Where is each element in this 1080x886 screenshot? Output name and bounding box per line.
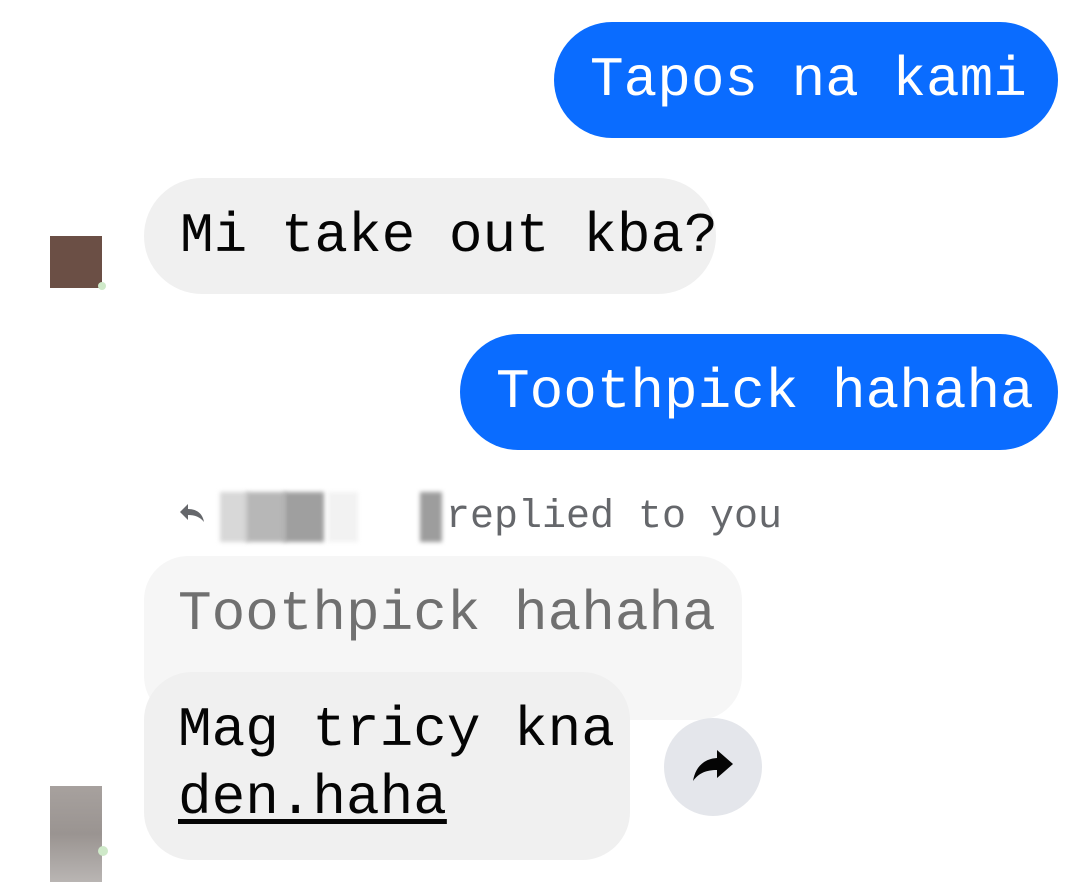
reply-indicator: replied to you <box>178 492 782 542</box>
incoming-message[interactable]: Mi take out kba? <box>144 178 718 294</box>
reply-label-text: replied to you <box>446 494 783 540</box>
avatar[interactable] <box>50 236 102 288</box>
reply-arrow-icon <box>178 500 206 534</box>
message-text: Tapos na kami <box>590 48 1027 112</box>
redacted-name <box>220 492 442 542</box>
quoted-text: Toothpick hahaha <box>178 582 716 646</box>
forward-button[interactable] <box>664 718 762 816</box>
presence-dot <box>98 846 108 856</box>
outgoing-message[interactable]: Tapos na kami <box>554 22 1058 138</box>
avatar[interactable] <box>50 786 102 882</box>
outgoing-message[interactable]: Toothpick hahaha <box>460 334 1058 450</box>
reply-message[interactable]: Mag tricy kna den.haha <box>144 672 630 860</box>
forward-icon <box>691 746 735 788</box>
message-text: Toothpick hahaha <box>496 360 1034 424</box>
presence-dot <box>98 282 106 290</box>
reply-text-line: Mag tricy kna <box>178 698 615 762</box>
reply-text-link[interactable]: den.haha <box>178 764 596 832</box>
message-text: Mi take out kba? <box>180 204 718 268</box>
